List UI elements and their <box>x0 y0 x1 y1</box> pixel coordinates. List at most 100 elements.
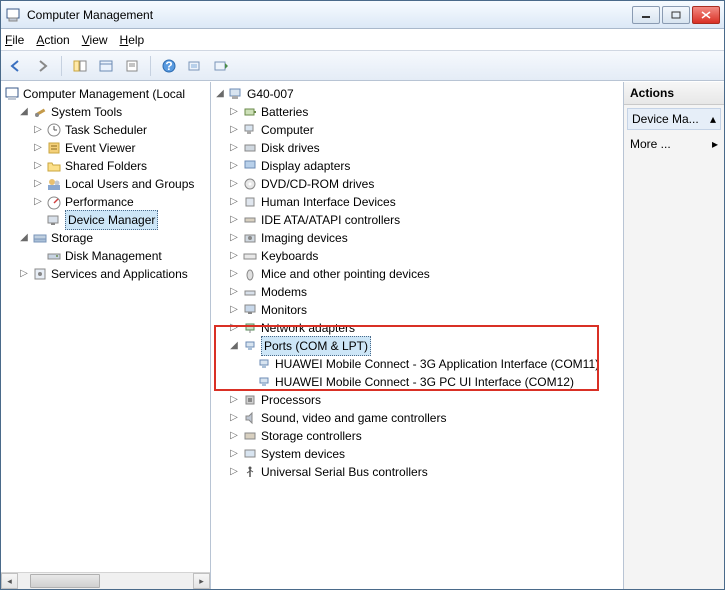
sound-icon <box>242 410 258 426</box>
cat-imaging[interactable]: ▷Imaging devices <box>214 229 623 247</box>
collapse-icon[interactable]: ◢ <box>18 106 30 118</box>
expand-icon[interactable]: ▷ <box>228 106 240 118</box>
scroll-track[interactable] <box>18 573 193 589</box>
expand-icon[interactable]: ▷ <box>228 466 240 478</box>
collapse-icon[interactable]: ◢ <box>18 232 30 244</box>
cat-batteries[interactable]: ▷Batteries <box>214 103 623 121</box>
tree-services-apps[interactable]: ▷Services and Applications <box>4 265 210 283</box>
properties-button[interactable] <box>94 54 118 78</box>
export-button[interactable] <box>120 54 144 78</box>
expand-icon[interactable]: ▷ <box>228 160 240 172</box>
cat-keyboards[interactable]: ▷Keyboards <box>214 247 623 265</box>
expand-icon[interactable]: ▷ <box>228 250 240 262</box>
tree-storage[interactable]: ◢Storage <box>4 229 210 247</box>
tree-shared-folders[interactable]: ▷Shared Folders <box>4 157 210 175</box>
expand-icon[interactable]: ▷ <box>228 214 240 226</box>
tree-device-manager[interactable]: ▷Device Manager <box>4 211 210 229</box>
console-tree[interactable]: Computer Management (Local ◢System Tools… <box>4 85 210 283</box>
window: Computer Management File Action View Hel… <box>0 0 725 590</box>
expand-icon[interactable]: ▷ <box>228 394 240 406</box>
scrollbar-horizontal[interactable]: ◂ ▸ <box>1 572 210 589</box>
tree-root[interactable]: Computer Management (Local <box>4 85 210 103</box>
cat-storage-ctrl[interactable]: ▷Storage controllers <box>214 427 623 445</box>
cat-computer[interactable]: ▷Computer <box>214 121 623 139</box>
expand-icon[interactable]: ▷ <box>228 412 240 424</box>
expand-icon[interactable]: ▷ <box>228 232 240 244</box>
expand-icon[interactable]: ▷ <box>228 430 240 442</box>
tree-event-viewer[interactable]: ▷Event Viewer <box>4 139 210 157</box>
expand-icon[interactable]: ▷ <box>32 142 44 154</box>
clock-icon <box>46 122 62 138</box>
expand-icon[interactable]: ▷ <box>228 322 240 334</box>
cat-mice[interactable]: ▷Mice and other pointing devices <box>214 265 623 283</box>
cat-usb[interactable]: ▷Universal Serial Bus controllers <box>214 463 623 481</box>
tree-disk-management[interactable]: ▷Disk Management <box>4 247 210 265</box>
expand-icon[interactable]: ▷ <box>228 124 240 136</box>
pc-icon <box>242 122 258 138</box>
help-button[interactable]: ? <box>157 54 181 78</box>
device-tree-pane: ◢G40-007 ▷Batteries ▷Computer ▷Disk driv… <box>211 82 624 589</box>
tree-local-users[interactable]: ▷Local Users and Groups <box>4 175 210 193</box>
collapse-icon[interactable]: ◢ <box>214 88 226 100</box>
menu-view[interactable]: View <box>82 33 108 47</box>
actions-more[interactable]: More ...▸ <box>624 133 724 155</box>
cat-modems[interactable]: ▷Modems <box>214 283 623 301</box>
system-icon <box>242 446 258 462</box>
cat-hid[interactable]: ▷Human Interface Devices <box>214 193 623 211</box>
tree-task-scheduler[interactable]: ▷Task Scheduler <box>4 121 210 139</box>
device-tree[interactable]: ◢G40-007 ▷Batteries ▷Computer ▷Disk driv… <box>214 85 623 481</box>
update-button[interactable] <box>209 54 233 78</box>
expand-icon[interactable]: ▷ <box>228 304 240 316</box>
port-item-2[interactable]: ▷HUAWEI Mobile Connect - 3G PC UI Interf… <box>214 373 623 391</box>
cat-monitors[interactable]: ▷Monitors <box>214 301 623 319</box>
tree-system-tools[interactable]: ◢System Tools <box>4 103 210 121</box>
svg-text:?: ? <box>165 59 172 73</box>
cat-processors[interactable]: ▷Processors <box>214 391 623 409</box>
collapse-icon: ▴ <box>710 112 716 126</box>
titlebar[interactable]: Computer Management <box>1 1 724 29</box>
show-hide-tree-button[interactable] <box>68 54 92 78</box>
actions-context[interactable]: Device Ma...▴ <box>627 108 721 130</box>
expand-icon[interactable]: ▷ <box>18 268 30 280</box>
collapse-icon[interactable]: ◢ <box>228 340 240 352</box>
scroll-left-button[interactable]: ◂ <box>1 573 18 589</box>
scroll-right-button[interactable]: ▸ <box>193 573 210 589</box>
scan-button[interactable] <box>183 54 207 78</box>
minimize-button[interactable] <box>632 6 660 24</box>
maximize-button[interactable] <box>662 6 690 24</box>
expand-icon[interactable]: ▷ <box>228 448 240 460</box>
scroll-thumb[interactable] <box>30 574 100 588</box>
cat-ide[interactable]: ▷IDE ATA/ATAPI controllers <box>214 211 623 229</box>
expand-icon[interactable]: ▷ <box>228 268 240 280</box>
cat-dvd[interactable]: ▷DVD/CD-ROM drives <box>214 175 623 193</box>
cat-network[interactable]: ▷Network adapters <box>214 319 623 337</box>
device-root[interactable]: ◢G40-007 <box>214 85 623 103</box>
expand-icon[interactable]: ▷ <box>228 178 240 190</box>
cat-ports[interactable]: ◢Ports (COM & LPT) <box>214 337 623 355</box>
back-button[interactable] <box>5 54 29 78</box>
expand-icon[interactable]: ▷ <box>32 160 44 172</box>
menu-action[interactable]: Action <box>36 33 69 47</box>
dvd-icon <box>242 176 258 192</box>
close-button[interactable] <box>692 6 720 24</box>
tree-performance[interactable]: ▷Performance <box>4 193 210 211</box>
cat-display[interactable]: ▷Display adapters <box>214 157 623 175</box>
expand-icon[interactable]: ▷ <box>228 196 240 208</box>
menu-file[interactable]: File <box>5 33 24 47</box>
modem-icon <box>242 284 258 300</box>
port-icon <box>242 338 258 354</box>
cat-system-devices[interactable]: ▷System devices <box>214 445 623 463</box>
port-icon <box>256 374 272 390</box>
cat-disk-drives[interactable]: ▷Disk drives <box>214 139 623 157</box>
cpu-icon <box>242 392 258 408</box>
expand-icon[interactable]: ▷ <box>32 178 44 190</box>
expand-icon[interactable]: ▷ <box>228 286 240 298</box>
port-item-1[interactable]: ▷HUAWEI Mobile Connect - 3G Application … <box>214 355 623 373</box>
forward-button[interactable] <box>31 54 55 78</box>
cat-sound[interactable]: ▷Sound, video and game controllers <box>214 409 623 427</box>
expand-icon[interactable]: ▷ <box>32 196 44 208</box>
expand-icon[interactable]: ▷ <box>32 124 44 136</box>
console-tree-pane: Computer Management (Local ◢System Tools… <box>1 82 211 589</box>
menu-help[interactable]: Help <box>120 33 145 47</box>
expand-icon[interactable]: ▷ <box>228 142 240 154</box>
